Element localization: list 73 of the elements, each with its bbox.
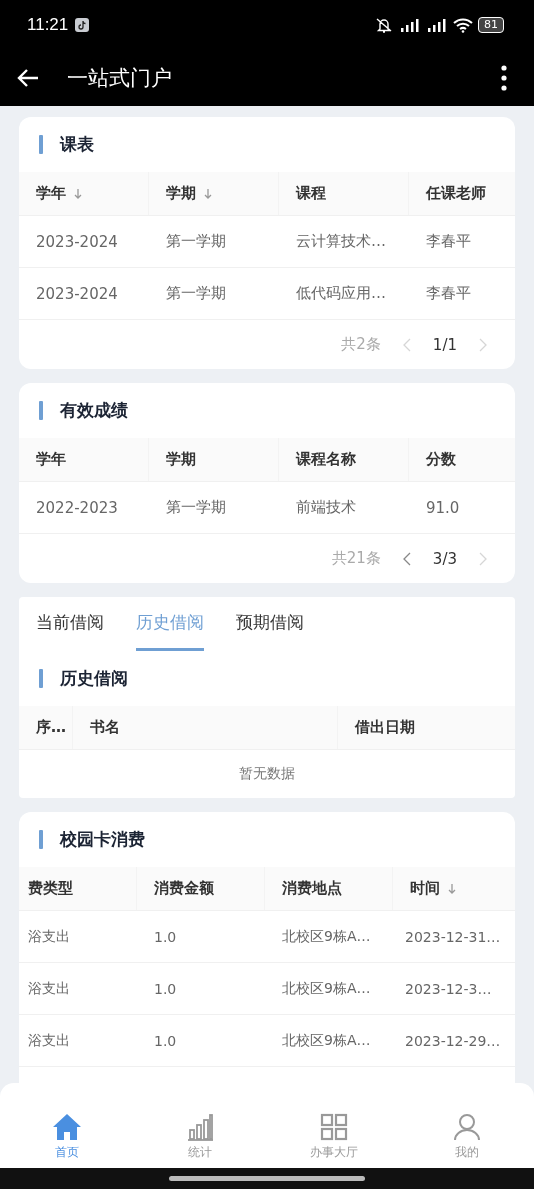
page-number: 3/3: [432, 549, 457, 568]
table-cell: 第一学期: [166, 284, 226, 303]
column-header: 借出日期: [355, 718, 415, 737]
bar-chart-icon: [186, 1113, 215, 1141]
column-header: 书名: [90, 718, 120, 737]
table-cell: 低代码应用…: [296, 284, 386, 303]
table-cell: 91.0: [426, 498, 460, 517]
signal-icon: [426, 17, 448, 33]
table-cell: 1.0: [154, 980, 177, 997]
table-cell: 第一学期: [166, 232, 226, 251]
accent-bar: [39, 135, 43, 154]
table-cell: 浴支出: [28, 927, 70, 946]
tab[interactable]: 当前借阅: [36, 597, 104, 651]
table-cell: 李春平: [426, 284, 471, 303]
mute-icon: [374, 17, 394, 33]
section-title: 课表: [60, 133, 94, 156]
battery-level: 81: [478, 17, 504, 33]
sort-arrow-icon[interactable]: [204, 187, 212, 200]
table-cell: 2023-12-3…: [405, 980, 492, 997]
table-cell: 1.0: [154, 928, 177, 945]
person-icon: [453, 1113, 482, 1141]
column-header: 课程: [296, 184, 326, 203]
house-icon: [51, 1113, 82, 1141]
total-count: 共2条: [341, 335, 381, 354]
accent-bar: [39, 830, 43, 849]
column-header: 任课老师: [426, 184, 486, 203]
accent-bar: [39, 669, 43, 688]
sort-arrow-icon[interactable]: [74, 187, 82, 200]
previous-page-icon[interactable]: [402, 551, 411, 566]
table-cell: 第一学期: [166, 498, 226, 517]
accent-bar: [39, 401, 43, 420]
section-title: 校园卡消费: [60, 828, 145, 851]
column-header[interactable]: 时间: [410, 879, 440, 898]
total-count: 共21条: [331, 549, 381, 568]
column-header: 消费金额: [154, 879, 214, 898]
table-cell: 云计算技术…: [296, 232, 386, 251]
table-cell: 李春平: [426, 232, 471, 251]
clock: 11:21: [27, 15, 69, 35]
wifi-icon: [453, 17, 473, 33]
column-header: 费类型: [28, 879, 73, 898]
column-header: 分数: [426, 450, 456, 469]
page-title: 一站式门户: [67, 65, 172, 92]
table-cell: 2023-2024: [36, 284, 118, 303]
more-menu-icon[interactable]: [501, 65, 507, 91]
table-cell: 2023-12-29…: [405, 1032, 501, 1049]
section-title: 历史借阅: [60, 667, 128, 690]
table-cell: 浴支出: [28, 979, 70, 998]
table-cell: 北校区9栋A…: [282, 979, 371, 998]
table-cell: 2022-2023: [36, 498, 118, 517]
table-cell: 北校区9栋A…: [282, 1031, 371, 1050]
grid-icon: [319, 1113, 348, 1141]
column-header: 学期: [166, 450, 196, 469]
column-header: 消费地点: [282, 879, 342, 898]
signal-icon: [399, 17, 421, 33]
nav-tab[interactable]: 首页: [0, 1083, 134, 1168]
tab[interactable]: 预期借阅: [236, 597, 304, 651]
table-cell: 2023-2024: [36, 232, 118, 251]
table-cell: 北校区9栋A…: [282, 927, 371, 946]
back-arrow-icon[interactable]: [17, 68, 39, 88]
table-cell: 浴支出: [28, 1031, 70, 1050]
column-header: 序…: [36, 718, 66, 737]
table-cell: 1.0: [154, 1032, 177, 1049]
note-app-icon: [75, 18, 90, 32]
column-header[interactable]: 学年: [36, 184, 66, 203]
column-header[interactable]: 学期: [166, 184, 196, 203]
column-header: 课程名称: [296, 450, 356, 469]
section-title: 有效成绩: [60, 399, 128, 422]
page-number: 1/1: [432, 335, 457, 354]
empty-message: 暂无数据: [239, 765, 295, 783]
sort-arrow-icon[interactable]: [448, 882, 456, 895]
table-cell: 2023-12-31…: [405, 928, 501, 945]
column-header: 学年: [36, 450, 66, 469]
table-cell: 前端技术: [296, 498, 356, 517]
